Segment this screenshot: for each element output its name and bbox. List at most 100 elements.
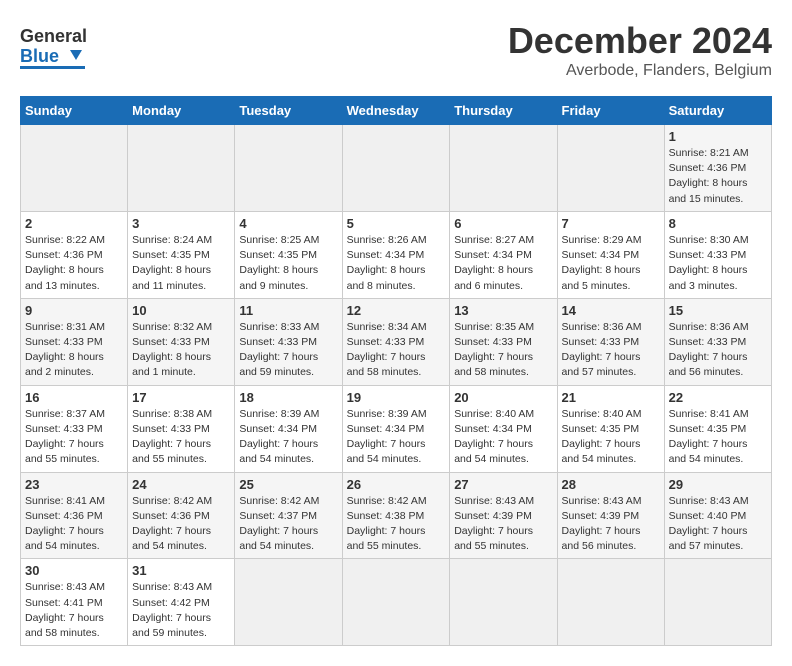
table-row: 23 Sunrise: 8:41 AMSunset: 4:36 PMDayligh… — [21, 472, 128, 559]
table-row — [235, 559, 342, 646]
table-row: 3Sunrise: 8:24 AMSunset: 4:35 PMDaylight… — [128, 211, 235, 298]
day-detail: Sunrise: 8:25 AMSunset: 4:35 PMDaylight:… — [239, 233, 337, 294]
day-number: 7 — [562, 216, 660, 231]
day-detail: Sunrise: 8:27 AMSunset: 4:34 PMDaylight:… — [454, 233, 552, 294]
day-detail: Sunrise: 8:35 AMSunset: 4:33 PMDaylight:… — [454, 320, 552, 381]
day-number: 15 — [669, 303, 767, 318]
day-detail: Sunrise: 8:36 AMSunset: 4:33 PMDaylight:… — [669, 320, 767, 381]
day-number: 22 — [669, 390, 767, 405]
day-detail: Sunrise: 8:37 AMSunset: 4:33 PMDaylight:… — [25, 407, 123, 468]
col-wednesday: Wednesday — [342, 97, 450, 125]
day-number: 12 — [347, 303, 446, 318]
table-row: 25Sunrise: 8:42 AMSunset: 4:37 PMDayligh… — [235, 472, 342, 559]
table-row: 24Sunrise: 8:42 AMSunset: 4:36 PMDayligh… — [128, 472, 235, 559]
col-monday: Monday — [128, 97, 235, 125]
day-detail: Sunrise: 8:42 AMSunset: 4:38 PMDaylight:… — [347, 494, 446, 555]
day-detail: Sunrise: 8:38 AMSunset: 4:33 PMDaylight:… — [132, 407, 230, 468]
table-row — [664, 559, 771, 646]
day-number: 17 — [132, 390, 230, 405]
table-row: 4 Sunrise: 8:25 AMSunset: 4:35 PMDaylight… — [235, 211, 342, 298]
day-number: 23 — [25, 477, 123, 492]
day-detail: Sunrise: 8:43 AMSunset: 4:40 PMDaylight:… — [669, 494, 767, 555]
day-number: 9 — [25, 303, 123, 318]
day-detail: Sunrise: 8:41 AMSunset: 4:36 PMDaylight:… — [25, 494, 123, 555]
page-subtitle: Averbode, Flanders, Belgium — [508, 62, 772, 80]
col-friday: Friday — [557, 97, 664, 125]
day-number: 21 — [562, 390, 660, 405]
table-row: 22 Sunrise: 8:41 AMSunset: 4:35 PMDayligh… — [664, 385, 771, 472]
day-detail: Sunrise: 8:33 AMSunset: 4:33 PMDaylight:… — [239, 320, 337, 381]
day-detail: Sunrise: 8:43 AMSunset: 4:39 PMDaylight:… — [454, 494, 552, 555]
day-number: 26 — [347, 477, 446, 492]
day-number: 24 — [132, 477, 230, 492]
table-row — [450, 559, 557, 646]
table-row: 9 Sunrise: 8:31 AMSunset: 4:33 PMDaylight… — [21, 298, 128, 385]
table-row: 27 Sunrise: 8:43 AMSunset: 4:39 PMDayligh… — [450, 472, 557, 559]
page-header: General Blue December 2024 Averbode, Fla… — [20, 20, 772, 80]
day-detail: Sunrise: 8:43 AMSunset: 4:42 PMDaylight:… — [132, 580, 230, 641]
table-row: 11 Sunrise: 8:33 AMSunset: 4:33 PMDayligh… — [235, 298, 342, 385]
table-row — [557, 125, 664, 212]
day-detail: Sunrise: 8:41 AMSunset: 4:35 PMDaylight:… — [669, 407, 767, 468]
table-row: 2 Sunrise: 8:22 AMSunset: 4:36 PMDaylight… — [21, 211, 128, 298]
day-detail: Sunrise: 8:32 AMSunset: 4:33 PMDaylight:… — [132, 320, 230, 381]
table-row: 29 Sunrise: 8:43 AMSunset: 4:40 PMDayligh… — [664, 472, 771, 559]
title-block: December 2024 Averbode, Flanders, Belgiu… — [508, 20, 772, 80]
day-number: 2 — [25, 216, 123, 231]
table-row: 31 Sunrise: 8:43 AMSunset: 4:42 PMDayligh… — [128, 559, 235, 646]
table-row — [21, 125, 128, 212]
calendar-week-row: 16 Sunrise: 8:37 AMSunset: 4:33 PMDayligh… — [21, 385, 772, 472]
calendar-header-row: Sunday Monday Tuesday Wednesday Thursday… — [21, 97, 772, 125]
calendar-week-row: 23 Sunrise: 8:41 AMSunset: 4:36 PMDayligh… — [21, 472, 772, 559]
day-detail: Sunrise: 8:39 AMSunset: 4:34 PMDaylight:… — [347, 407, 446, 468]
table-row: 28Sunrise: 8:43 AMSunset: 4:39 PMDayligh… — [557, 472, 664, 559]
table-row — [557, 559, 664, 646]
table-row — [342, 559, 450, 646]
day-detail: Sunrise: 8:34 AMSunset: 4:33 PMDaylight:… — [347, 320, 446, 381]
calendar-table: Sunday Monday Tuesday Wednesday Thursday… — [20, 96, 772, 646]
day-number: 29 — [669, 477, 767, 492]
table-row: 21Sunrise: 8:40 AMSunset: 4:35 PMDayligh… — [557, 385, 664, 472]
day-detail: Sunrise: 8:31 AMSunset: 4:33 PMDaylight:… — [25, 320, 123, 381]
table-row: 16 Sunrise: 8:37 AMSunset: 4:33 PMDayligh… — [21, 385, 128, 472]
day-number: 19 — [347, 390, 446, 405]
day-number: 13 — [454, 303, 552, 318]
col-thursday: Thursday — [450, 97, 557, 125]
table-row — [342, 125, 450, 212]
table-row: 13 Sunrise: 8:35 AMSunset: 4:33 PMDayligh… — [450, 298, 557, 385]
day-number: 6 — [454, 216, 552, 231]
day-number: 20 — [454, 390, 552, 405]
page-title: December 2024 — [508, 20, 772, 62]
day-detail: Sunrise: 8:26 AMSunset: 4:34 PMDaylight:… — [347, 233, 446, 294]
day-detail: Sunrise: 8:29 AMSunset: 4:34 PMDaylight:… — [562, 233, 660, 294]
day-detail: Sunrise: 8:40 AMSunset: 4:34 PMDaylight:… — [454, 407, 552, 468]
table-row: 18Sunrise: 8:39 AMSunset: 4:34 PMDayligh… — [235, 385, 342, 472]
day-detail: Sunrise: 8:43 AMSunset: 4:39 PMDaylight:… — [562, 494, 660, 555]
table-row: 12 Sunrise: 8:34 AMSunset: 4:33 PMDayligh… — [342, 298, 450, 385]
day-number: 27 — [454, 477, 552, 492]
day-number: 31 — [132, 563, 230, 578]
day-detail: Sunrise: 8:21 AMSunset: 4:36 PMDaylight:… — [669, 146, 767, 207]
day-number: 8 — [669, 216, 767, 231]
day-detail: Sunrise: 8:43 AMSunset: 4:41 PMDaylight:… — [25, 580, 123, 641]
table-row: 14Sunrise: 8:36 AMSunset: 4:33 PMDayligh… — [557, 298, 664, 385]
table-row — [235, 125, 342, 212]
day-number: 3 — [132, 216, 230, 231]
calendar-week-row: 1Sunrise: 8:21 AMSunset: 4:36 PMDaylight… — [21, 125, 772, 212]
table-row — [128, 125, 235, 212]
table-row: 10Sunrise: 8:32 AMSunset: 4:33 PMDayligh… — [128, 298, 235, 385]
day-detail: Sunrise: 8:22 AMSunset: 4:36 PMDaylight:… — [25, 233, 123, 294]
day-number: 25 — [239, 477, 337, 492]
table-row: 30Sunrise: 8:43 AMSunset: 4:41 PMDayligh… — [21, 559, 128, 646]
day-number: 18 — [239, 390, 337, 405]
day-number: 11 — [239, 303, 337, 318]
calendar-week-row: 9 Sunrise: 8:31 AMSunset: 4:33 PMDaylight… — [21, 298, 772, 385]
day-number: 14 — [562, 303, 660, 318]
day-number: 4 — [239, 216, 337, 231]
svg-text:General: General — [20, 26, 87, 46]
calendar-week-row: 30Sunrise: 8:43 AMSunset: 4:41 PMDayligh… — [21, 559, 772, 646]
table-row: 6 Sunrise: 8:27 AMSunset: 4:34 PMDaylight… — [450, 211, 557, 298]
day-number: 16 — [25, 390, 123, 405]
day-detail: Sunrise: 8:30 AMSunset: 4:33 PMDaylight:… — [669, 233, 767, 294]
table-row: 7 Sunrise: 8:29 AMSunset: 4:34 PMDaylight… — [557, 211, 664, 298]
